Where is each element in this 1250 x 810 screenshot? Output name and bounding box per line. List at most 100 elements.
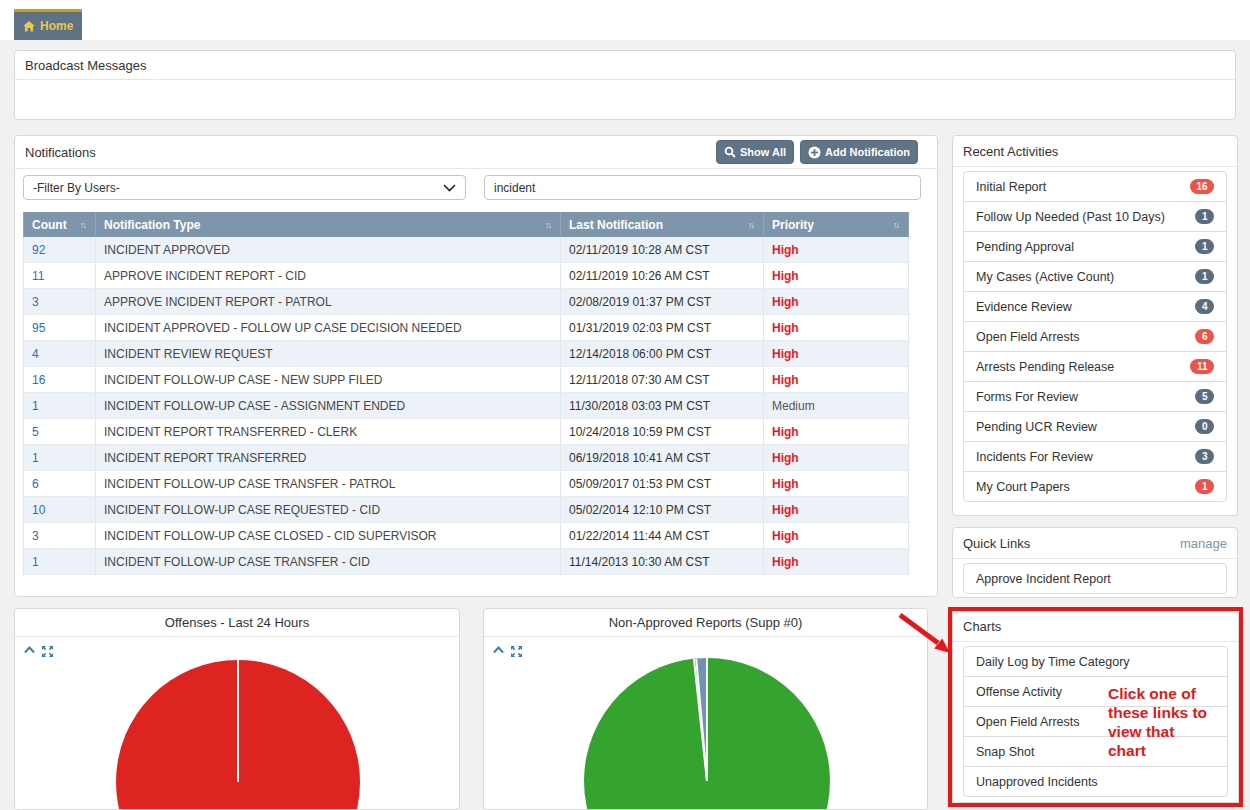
- notification-row: 1 INCIDENT FOLLOW-UP CASE - ASSIGNMENT EN…: [23, 393, 909, 419]
- recent-activity-item[interactable]: Follow Up Needed (Past 10 Days) 1: [963, 201, 1227, 232]
- notification-count-link[interactable]: 95: [32, 321, 45, 335]
- notification-priority: High: [772, 321, 799, 335]
- quick-links-panel: Quick Links manage Approve Incident Repo…: [952, 527, 1238, 598]
- count-badge: 1: [1195, 479, 1214, 494]
- offenses-pie[interactable]: [116, 660, 360, 809]
- count-badge: 1: [1195, 209, 1214, 224]
- recent-activity-item[interactable]: Arrests Pending Release11: [963, 351, 1227, 382]
- notifications-title: Notifications: [25, 145, 96, 160]
- notification-count-link[interactable]: 16: [32, 373, 45, 387]
- add-notification-button[interactable]: Add Notification: [800, 140, 918, 164]
- notifications-table: Count↑↓Notification Type↑↓Last Notificat…: [23, 212, 909, 575]
- nonapproved-pie[interactable]: [584, 658, 830, 809]
- collapse-icon[interactable]: [493, 646, 504, 654]
- notification-count-link[interactable]: 6: [32, 477, 39, 491]
- sort-icon: ↑↓: [545, 220, 552, 230]
- notification-priority: High: [772, 451, 799, 465]
- notification-count-link[interactable]: 11: [32, 269, 44, 283]
- offenses-chart-title: Offenses - Last 24 Hours: [165, 615, 309, 630]
- charts-title: Charts: [963, 619, 1001, 634]
- filter-by-users-select[interactable]: -Filter By Users-: [23, 175, 466, 200]
- recent-activity-label: Pending UCR Review: [976, 420, 1097, 434]
- notification-count-link[interactable]: 3: [32, 529, 39, 543]
- count-badge: 1: [1195, 239, 1214, 254]
- count-badge: 16: [1190, 179, 1214, 194]
- nonapproved-chart-title: Non-Approved Reports (Supp #0): [609, 615, 803, 630]
- manage-link[interactable]: manage: [1180, 536, 1227, 551]
- sort-icon: ↑↓: [748, 220, 755, 230]
- chevron-down-icon: [443, 181, 456, 195]
- chart-link-item[interactable]: Unapproved Incidents: [963, 766, 1228, 797]
- notification-last: 01/22/2014 11:44 AM CST: [569, 529, 710, 543]
- pie-slice-boundary: [237, 660, 239, 782]
- notification-count-link[interactable]: 5: [32, 425, 39, 439]
- notification-type: INCIDENT APPROVED: [104, 243, 230, 257]
- notification-last: 11/30/2018 03:03 PM CST: [569, 399, 710, 413]
- notification-type: INCIDENT APPROVED - FOLLOW UP CASE DECIS…: [104, 321, 462, 335]
- notification-type: INCIDENT FOLLOW-UP CASE TRANSFER - PATRO…: [104, 477, 395, 491]
- notification-count-link[interactable]: 10: [32, 503, 45, 517]
- notification-row: 92 INCIDENT APPROVED 02/11/2019 10:28 AM C…: [23, 237, 909, 263]
- notification-type: APPROVE INCIDENT REPORT - PATROL: [104, 295, 332, 309]
- notification-type: INCIDENT FOLLOW-UP CASE CLOSED - CID SUP…: [104, 529, 437, 543]
- column-header-notification-type[interactable]: Notification Type↑↓: [96, 212, 561, 237]
- quick-links-title: Quick Links: [963, 536, 1030, 551]
- notification-last: 12/14/2018 06:00 PM CST: [569, 347, 711, 361]
- notification-search-input[interactable]: incident: [484, 175, 921, 200]
- recent-activity-item[interactable]: Initial Report16: [963, 171, 1227, 202]
- notification-count-link[interactable]: 1: [32, 451, 39, 465]
- notification-count-link[interactable]: 4: [32, 347, 39, 361]
- notification-priority: Medium: [772, 399, 815, 413]
- notification-last: 01/31/2019 02:03 PM CST: [569, 321, 711, 335]
- notification-count-link[interactable]: 1: [32, 399, 39, 413]
- notification-row: 10INCIDENT FOLLOW-UP CASE REQUESTED - CI…: [23, 497, 909, 523]
- notification-last: 05/02/2014 12:10 PM CST: [569, 503, 711, 517]
- recent-activity-label: Evidence Review: [976, 300, 1072, 314]
- count-badge: 3: [1195, 449, 1214, 464]
- quick-link-item[interactable]: Approve Incident Report: [963, 563, 1227, 594]
- notification-priority: High: [772, 347, 799, 361]
- count-badge: 6: [1195, 329, 1214, 344]
- notification-row: 1INCIDENT FOLLOW-UP CASE TRANSFER - CID1…: [23, 549, 909, 575]
- tab-home[interactable]: Home: [14, 9, 82, 40]
- notifications-panel: Notifications Show All Add Notification: [14, 135, 938, 597]
- recent-activity-item[interactable]: Forms For Review5: [963, 381, 1227, 412]
- offenses-chart-panel: Offenses - Last 24 Hours: [14, 608, 460, 810]
- expand-icon[interactable]: [511, 646, 522, 657]
- count-badge: 5: [1195, 389, 1214, 404]
- notification-row: 4INCIDENT REVIEW REQUEST12/14/2018 06:00…: [23, 341, 909, 367]
- recent-activity-label: Arrests Pending Release: [976, 360, 1114, 374]
- notification-last: 02/11/2019 10:26 AM CST: [569, 269, 710, 283]
- notification-priority: High: [772, 243, 799, 257]
- recent-activity-item[interactable]: Pending Approval1: [963, 231, 1227, 262]
- notification-type: INCIDENT REPORT TRANSFERRED - CLERK: [104, 425, 357, 439]
- collapse-icon[interactable]: [24, 646, 35, 654]
- column-header-priority[interactable]: Priority↑↓: [764, 212, 909, 237]
- notification-count-link[interactable]: 92: [32, 243, 45, 257]
- notification-count-link[interactable]: 3: [32, 295, 39, 309]
- notification-last: 12/11/2018 07:30 AM CST: [569, 373, 710, 387]
- recent-activity-item[interactable]: My Cases (Active Count)1: [963, 261, 1227, 292]
- notification-row: 1INCIDENT REPORT TRANSFERRED06/19/2018 1…: [23, 445, 909, 471]
- chart-link-item[interactable]: Daily Log by Time Category: [963, 646, 1228, 677]
- notification-count-link[interactable]: 1: [32, 555, 39, 569]
- notification-row: 11APPROVE INCIDENT REPORT - CID02/11/201…: [23, 263, 909, 289]
- recent-activity-item[interactable]: Evidence Review4: [963, 291, 1227, 322]
- column-header-last-notification[interactable]: Last Notification↑↓: [561, 212, 764, 237]
- recent-activity-label: My Court Papers: [976, 480, 1070, 494]
- column-header-count[interactable]: Count↑↓: [23, 212, 96, 237]
- notification-type: INCIDENT FOLLOW-UP CASE - ASSIGNMENT END…: [104, 399, 405, 413]
- recent-activity-item[interactable]: Pending UCR Review0: [963, 411, 1227, 442]
- notification-priority: High: [772, 477, 799, 491]
- recent-activity-item[interactable]: My Court Papers 1: [963, 471, 1227, 502]
- recent-activity-label: My Cases (Active Count): [976, 270, 1114, 284]
- recent-activity-label: Follow Up Needed (Past 10 Days): [976, 210, 1165, 224]
- expand-icon[interactable]: [42, 646, 53, 657]
- show-all-button[interactable]: Show All: [716, 140, 794, 164]
- recent-activity-item[interactable]: Incidents For Review3: [963, 441, 1227, 472]
- notification-priority: High: [772, 373, 799, 387]
- recent-activity-item[interactable]: Open Field Arrests6: [963, 321, 1227, 352]
- notification-last: 06/19/2018 10:41 AM CST: [569, 451, 710, 465]
- notification-last: 02/11/2019 10:28 AM CST: [569, 243, 710, 257]
- tab-bar: Home: [0, 0, 1250, 40]
